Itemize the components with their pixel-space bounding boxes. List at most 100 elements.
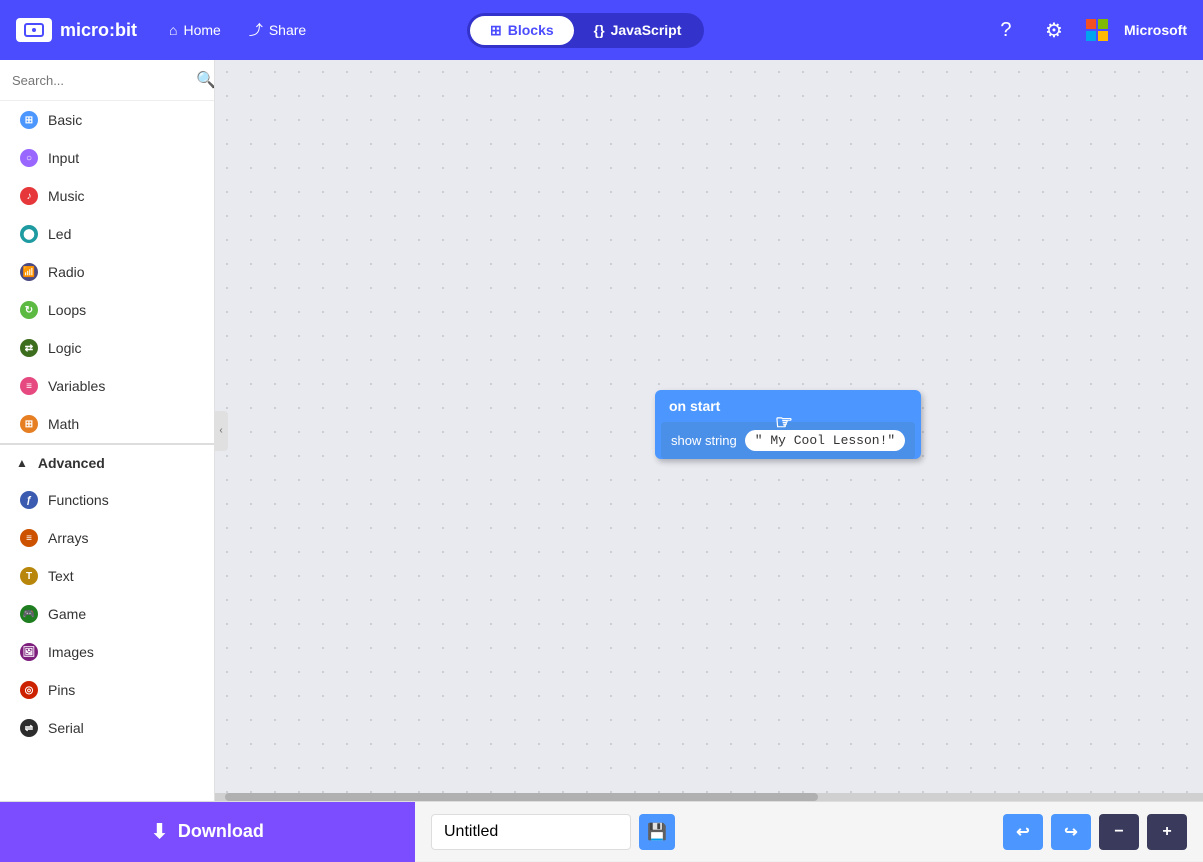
logo-dot bbox=[32, 28, 36, 32]
sidebar-item-images[interactable]: 🖼 Images bbox=[0, 633, 214, 671]
zoom-in-button[interactable]: + bbox=[1147, 814, 1187, 850]
settings-button[interactable]: ⚙ bbox=[1038, 14, 1070, 46]
sidebar-item-functions[interactable]: ƒ Functions bbox=[0, 481, 214, 519]
input-icon: ○ bbox=[20, 149, 38, 167]
project-name-area: 💾 bbox=[415, 814, 987, 850]
share-button[interactable]: ⤴ Share bbox=[237, 14, 318, 46]
zoom-out-button[interactable]: − bbox=[1099, 814, 1139, 850]
horizontal-scrollbar[interactable] bbox=[215, 793, 1203, 801]
toggle-panel-button[interactable]: ‹ bbox=[215, 411, 228, 451]
blocks-label: Blocks bbox=[508, 22, 554, 38]
functions-label: Functions bbox=[48, 492, 109, 508]
sidebar-item-math[interactable]: ⊞ Math bbox=[0, 405, 214, 443]
sidebar-item-arrays[interactable]: ≡ Arrays bbox=[0, 519, 214, 557]
share-label: Share bbox=[269, 22, 306, 38]
game-label: Game bbox=[48, 606, 86, 622]
sidebar-item-input[interactable]: ○ Input bbox=[0, 139, 214, 177]
advanced-label: Advanced bbox=[38, 455, 105, 471]
search-bar: 🔍 bbox=[0, 60, 214, 101]
game-icon: 🎮 bbox=[20, 605, 38, 623]
header: micro:bit ⌂ Home ⤴ Share ⊞ Blocks {} Jav… bbox=[0, 0, 1203, 60]
microsoft-label: Microsoft bbox=[1124, 22, 1187, 38]
loops-icon: ↻ bbox=[20, 301, 38, 319]
basic-icon: ⊞ bbox=[20, 111, 38, 129]
bottom-bar: ⬇ Download 💾 ↩ ↪ − + bbox=[0, 801, 1203, 861]
undo-button[interactable]: ↩ bbox=[1003, 814, 1043, 850]
basic-label: Basic bbox=[48, 112, 82, 128]
sidebar-item-text[interactable]: T Text bbox=[0, 557, 214, 595]
save-icon: 💾 bbox=[647, 822, 667, 842]
home-icon: ⌂ bbox=[169, 22, 177, 38]
save-button[interactable]: 💾 bbox=[639, 814, 675, 850]
variables-icon: ≡ bbox=[20, 377, 38, 395]
music-icon: ♪ bbox=[20, 187, 38, 205]
string-value[interactable]: " My Cool Lesson!" bbox=[745, 430, 905, 451]
home-button[interactable]: ⌂ Home bbox=[157, 16, 233, 44]
sidebar-item-led[interactable]: ⬤ Led bbox=[0, 215, 214, 253]
tab-switcher: ⊞ Blocks {} JavaScript bbox=[467, 13, 704, 48]
home-label: Home bbox=[183, 22, 220, 38]
ms-sq-green bbox=[1098, 19, 1108, 29]
on-start-label: on start bbox=[669, 398, 720, 414]
canvas-area[interactable]: ‹ on start ☞ show string " My Cool Lesso… bbox=[215, 60, 1203, 801]
tab-blocks[interactable]: ⊞ Blocks bbox=[470, 16, 574, 45]
images-icon: 🖼 bbox=[20, 643, 38, 661]
pins-icon: ◎ bbox=[20, 681, 38, 699]
sidebar-advanced-header[interactable]: ▲ Advanced bbox=[0, 443, 214, 481]
sidebar-item-variables[interactable]: ≡ Variables bbox=[0, 367, 214, 405]
logo-text: micro:bit bbox=[60, 20, 137, 41]
logo-icon bbox=[16, 18, 52, 42]
music-label: Music bbox=[48, 188, 85, 204]
sidebar-item-game[interactable]: 🎮 Game bbox=[0, 595, 214, 633]
arrays-label: Arrays bbox=[48, 530, 88, 546]
sidebar-item-serial[interactable]: ⇌ Serial bbox=[0, 709, 214, 747]
block-container[interactable]: on start ☞ show string " My Cool Lesson!… bbox=[655, 390, 921, 465]
redo-button[interactable]: ↪ bbox=[1051, 814, 1091, 850]
sidebar-item-basic[interactable]: ⊞ Basic bbox=[0, 101, 214, 139]
math-icon: ⊞ bbox=[20, 415, 38, 433]
ms-sq-blue bbox=[1086, 31, 1096, 41]
serial-label: Serial bbox=[48, 720, 84, 736]
search-icon: 🔍 bbox=[196, 70, 215, 90]
js-icon: {} bbox=[594, 22, 605, 38]
header-right: ? ⚙ Microsoft bbox=[990, 14, 1187, 46]
text-icon: T bbox=[20, 567, 38, 585]
sidebar-item-logic[interactable]: ⇄ Logic bbox=[0, 329, 214, 367]
led-icon: ⬤ bbox=[20, 225, 38, 243]
search-input[interactable] bbox=[12, 73, 188, 88]
functions-icon: ƒ bbox=[20, 491, 38, 509]
logic-label: Logic bbox=[48, 340, 81, 356]
help-icon: ? bbox=[1000, 19, 1011, 42]
js-label: JavaScript bbox=[611, 22, 682, 38]
arrays-icon: ≡ bbox=[20, 529, 38, 547]
tab-javascript[interactable]: {} JavaScript bbox=[574, 16, 702, 45]
header-nav: ⌂ Home ⤴ Share bbox=[157, 14, 318, 46]
serial-icon: ⇌ bbox=[20, 719, 38, 737]
show-string-label: show string bbox=[671, 433, 737, 448]
zoom-out-icon: − bbox=[1114, 823, 1123, 841]
help-button[interactable]: ? bbox=[990, 14, 1022, 46]
block-on-start[interactable]: on start ☞ show string " My Cool Lesson!… bbox=[655, 390, 921, 459]
share-icon: ⤴ bbox=[249, 20, 263, 40]
block-show-string[interactable]: show string " My Cool Lesson!" bbox=[661, 422, 915, 459]
images-label: Images bbox=[48, 644, 94, 660]
sidebar-item-loops[interactable]: ↻ Loops bbox=[0, 291, 214, 329]
redo-icon: ↪ bbox=[1064, 822, 1077, 842]
text-label: Text bbox=[48, 568, 74, 584]
download-button[interactable]: ⬇ Download bbox=[0, 802, 415, 862]
block-header: on start ☞ bbox=[655, 390, 921, 422]
bottom-controls: ↩ ↪ − + bbox=[987, 814, 1203, 850]
blocks-icon: ⊞ bbox=[490, 22, 502, 39]
zoom-in-icon: + bbox=[1162, 823, 1171, 841]
logic-icon: ⇄ bbox=[20, 339, 38, 357]
pins-label: Pins bbox=[48, 682, 75, 698]
ms-sq-red bbox=[1086, 19, 1096, 29]
project-name-input[interactable] bbox=[431, 814, 631, 850]
sidebar-item-radio[interactable]: 📶 Radio bbox=[0, 253, 214, 291]
download-label: Download bbox=[178, 821, 264, 842]
main-area: 🔍 ⊞ Basic ○ Input ♪ Music ⬤ Led 📶 Radio … bbox=[0, 60, 1203, 801]
sidebar-item-pins[interactable]: ◎ Pins bbox=[0, 671, 214, 709]
sidebar-item-music[interactable]: ♪ Music bbox=[0, 177, 214, 215]
logo[interactable]: micro:bit bbox=[16, 18, 137, 42]
scrollbar-thumb bbox=[225, 793, 818, 801]
